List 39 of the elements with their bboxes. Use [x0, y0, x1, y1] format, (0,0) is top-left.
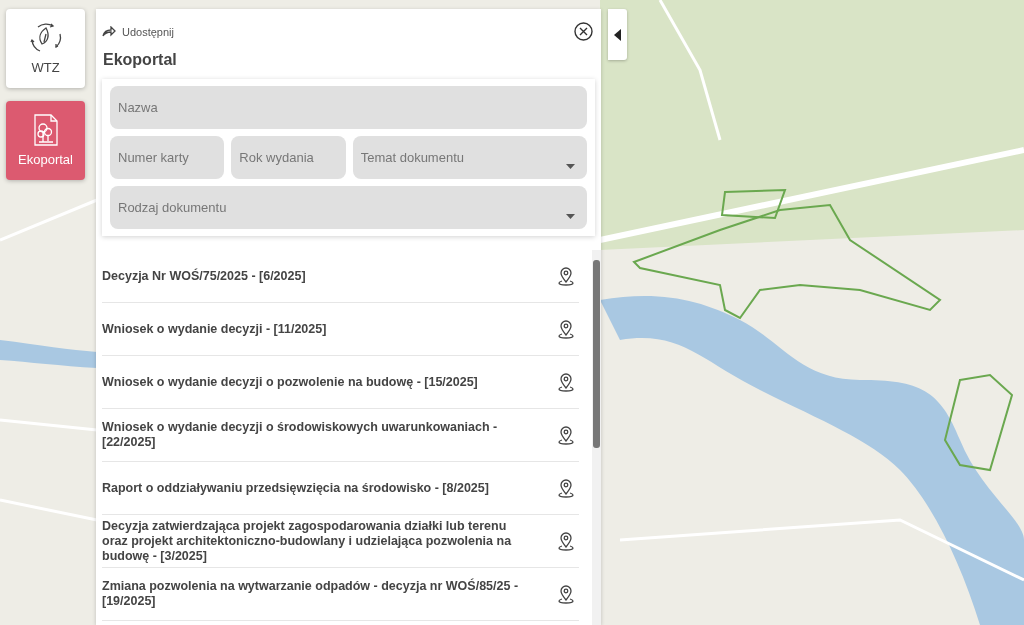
document-item[interactable]: Wniosek o wydanie decyzji - [11/2025]: [102, 303, 579, 356]
locate-button[interactable]: [558, 319, 574, 339]
map-pin-icon: [558, 319, 574, 339]
map-pin-icon: [558, 584, 574, 604]
map-pin-icon: [558, 266, 574, 286]
share-button[interactable]: Udostępnij: [102, 25, 174, 38]
input-field[interactable]: Rok wydania: [231, 136, 346, 179]
nav-tile[interactable]: Ekoportal: [6, 101, 85, 180]
document-item[interactable]: Decyzja zatwierdzająca projekt zagospodarowania działki lub terenu oraz projekt architektoniczno-budowlany i udzielająca pozwolenia na budowę - [3/2025]: [102, 515, 579, 568]
locate-button[interactable]: [558, 425, 574, 445]
document-item[interactable]: Zmiana pozwolenia na wytwarzanie odpadów - decyzja nr WOŚ/85/25 - [19/2025]: [102, 568, 579, 621]
map-pin-icon: [558, 372, 574, 392]
caret-icon: [566, 164, 575, 169]
caret-icon: [566, 214, 575, 219]
locate-button[interactable]: [558, 584, 574, 604]
nav-tile[interactable]: WTZ: [6, 9, 85, 88]
share-arrow-icon: [102, 26, 116, 37]
map-pin-icon: [558, 425, 574, 445]
document-item[interactable]: Wniosek o wydanie decyzji o środowiskowych uwarunkowaniach - [22/2025]: [102, 409, 579, 462]
collapse-panel-button[interactable]: [608, 9, 627, 60]
document-tree-icon: [32, 114, 59, 146]
locate-button[interactable]: [558, 531, 574, 551]
document-item[interactable]: Decyzja Nr WOŚ/75/2025 - [6/2025]: [102, 250, 579, 303]
map-pin-icon: [558, 478, 574, 498]
document-item[interactable]: Wniosek o wydanie decyzji o pozwolenie na budowę - [15/2025]: [102, 356, 579, 409]
input-field[interactable]: Nazwa: [110, 86, 587, 129]
select-field[interactable]: Temat dokumentu: [352, 136, 587, 179]
caret-left-icon: [614, 28, 621, 41]
locate-button[interactable]: [558, 372, 574, 392]
select-field[interactable]: Rodzaj dokumentu: [110, 186, 587, 229]
input-field[interactable]: Numer karty: [110, 136, 225, 179]
scrollbar-thumb[interactable]: [593, 260, 600, 448]
map-pin-icon: [558, 531, 574, 551]
leaf-cycle-icon: [28, 22, 63, 54]
locate-button[interactable]: [558, 266, 574, 286]
close-icon[interactable]: [574, 22, 593, 41]
locate-button[interactable]: [558, 478, 574, 498]
panel-title: Ekoportal: [102, 50, 178, 70]
document-item[interactable]: Raport o oddziaływaniu przedsięwzięcia na środowisko - [8/2025]: [102, 462, 579, 515]
